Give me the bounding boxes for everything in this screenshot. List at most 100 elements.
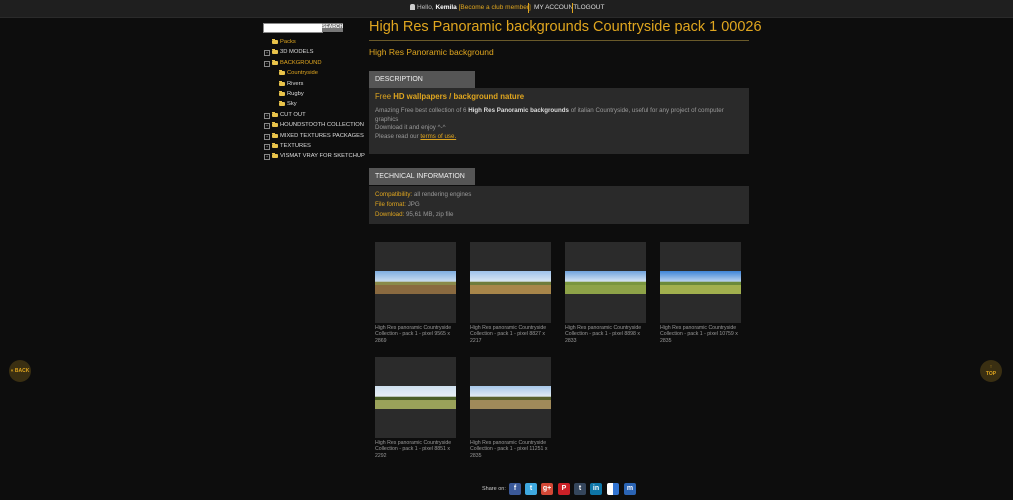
expand-toggle-icon[interactable]: − bbox=[264, 60, 270, 67]
tree-item[interactable]: Rivers bbox=[264, 79, 369, 89]
description-headline: Free HD wallpapers / background nature bbox=[375, 92, 743, 101]
delicious-icon[interactable] bbox=[607, 483, 619, 495]
twitter-icon[interactable]: t bbox=[525, 483, 537, 495]
panorama-image bbox=[470, 386, 551, 409]
headline-bold: HD wallpapers / background nature bbox=[393, 92, 525, 101]
logout-link[interactable]: LOGOUT bbox=[577, 4, 604, 11]
become-member-link[interactable]: [Become a club member] bbox=[459, 4, 531, 11]
folder-icon bbox=[279, 80, 285, 86]
expand-toggle-icon[interactable]: + bbox=[264, 123, 270, 130]
title-divider bbox=[369, 40, 749, 41]
format-line: File format: JPG bbox=[375, 200, 743, 210]
top-button[interactable]: ↑ TOP bbox=[980, 360, 1002, 382]
tree-item-label: 3D MODELS bbox=[280, 49, 314, 56]
desc-p3: Please read our bbox=[375, 132, 419, 140]
divider bbox=[572, 3, 573, 13]
expand-toggle-icon[interactable]: + bbox=[264, 133, 270, 140]
folder-icon bbox=[272, 39, 278, 44]
tree-item-label: Packs bbox=[280, 39, 296, 45]
tree-item[interactable]: + VISMAT VRAY FOR SKETCHUP bbox=[264, 151, 369, 161]
expand-toggle-icon[interactable]: + bbox=[264, 154, 270, 161]
tree-item-label: HOUNDSTOOTH COLLECTION bbox=[280, 122, 364, 129]
panorama-image bbox=[375, 271, 456, 294]
share-label: Share on: bbox=[482, 486, 506, 492]
download-key: Download: bbox=[375, 211, 405, 218]
format-value: JPG bbox=[407, 201, 420, 208]
folder-icon bbox=[272, 49, 278, 55]
folder-icon bbox=[272, 142, 278, 148]
myspace-icon[interactable]: m bbox=[624, 483, 636, 495]
panorama-image bbox=[565, 271, 646, 294]
thumbnail-caption[interactable]: High Res panoramic Countryside Collectio… bbox=[470, 325, 555, 344]
tree-item[interactable]: − BACKGROUND bbox=[264, 58, 369, 68]
tree-item-label: Countryside bbox=[287, 70, 318, 77]
tree-item[interactable]: +3D MODELS bbox=[264, 47, 369, 57]
thumbnail[interactable] bbox=[375, 357, 456, 438]
format-key: File format: bbox=[375, 201, 406, 208]
tree-item[interactable]: + TEXTURES bbox=[264, 141, 369, 151]
desc-p1-b: High Res Panoramic backgrounds bbox=[468, 107, 569, 114]
tree-item-label: Sky bbox=[287, 101, 297, 108]
tree-item-label: Rivers bbox=[287, 80, 304, 87]
greeting: Hello, Kemila [Become a club member] bbox=[410, 4, 531, 11]
facebook-icon[interactable]: f bbox=[509, 483, 521, 495]
expand-toggle-icon[interactable]: + bbox=[264, 50, 270, 57]
my-account-link[interactable]: MY ACCOUNT bbox=[534, 4, 577, 11]
user-icon bbox=[410, 4, 415, 10]
tree-item-label: Rugby bbox=[287, 90, 304, 97]
tree-item[interactable]: Packs bbox=[264, 37, 369, 47]
tree-item-label: CUT OUT bbox=[280, 111, 306, 118]
tree-item-label: BACKGROUND bbox=[280, 59, 322, 66]
thumbnail[interactable] bbox=[565, 242, 646, 323]
thumbnail[interactable] bbox=[470, 242, 551, 323]
thumbnail-caption[interactable]: High Res panoramic Countryside Collectio… bbox=[375, 440, 460, 459]
panorama-image bbox=[660, 271, 741, 294]
greeting-text: Hello, bbox=[417, 4, 434, 11]
compat-value: all rendering engines bbox=[413, 191, 472, 198]
tree-item-label: VISMAT VRAY FOR SKETCHUP bbox=[280, 153, 365, 160]
googleplus-icon[interactable]: g+ bbox=[541, 483, 553, 495]
back-button[interactable]: « BACK bbox=[9, 360, 31, 382]
description-text: Amazing Free best collection of 6 High R… bbox=[375, 107, 743, 141]
thumbnail[interactable] bbox=[375, 242, 456, 323]
thumbnail[interactable] bbox=[660, 242, 741, 323]
category-tree: Packs +3D MODELS − BACKGROUND Countryside Riv… bbox=[264, 37, 369, 162]
folder-icon bbox=[272, 111, 278, 117]
technical-panel: Compatibility: all rendering engines Fil… bbox=[369, 186, 749, 224]
tree-item-label: MIXED TEXTURES PACKAGES bbox=[280, 132, 364, 139]
folder-icon bbox=[272, 132, 278, 138]
technical-heading: TECHNICAL INFORMATION bbox=[369, 168, 475, 185]
search-button[interactable]: SEARCH bbox=[322, 23, 343, 32]
compat-key: Compatibility: bbox=[375, 191, 413, 198]
description-heading: DESCRIPTION bbox=[369, 71, 475, 88]
pinterest-icon[interactable]: P bbox=[558, 483, 570, 495]
expand-toggle-icon[interactable]: + bbox=[264, 112, 270, 119]
terms-of-use-link[interactable]: terms of use. bbox=[420, 133, 456, 140]
tree-item[interactable]: + HOUNDSTOOTH COLLECTION bbox=[264, 120, 369, 130]
linkedin-icon[interactable]: in bbox=[590, 483, 602, 495]
compat-line: Compatibility: all rendering engines bbox=[375, 190, 743, 200]
tree-item[interactable]: + CUT OUT bbox=[264, 110, 369, 120]
description-panel: Free HD wallpapers / background nature A… bbox=[369, 88, 749, 154]
tumblr-icon[interactable]: t bbox=[574, 483, 586, 495]
tree-item[interactable]: Sky bbox=[264, 99, 369, 109]
desc-p2: Download it and enjoy ^-^ bbox=[375, 124, 446, 132]
thumbnail-caption[interactable]: High Res panoramic Countryside Collectio… bbox=[660, 325, 745, 344]
thumbnail-caption[interactable]: High Res panoramic Countryside Collectio… bbox=[565, 325, 650, 344]
download-value: 95,61 MB, zip file bbox=[405, 211, 454, 218]
expand-toggle-icon[interactable]: + bbox=[264, 143, 270, 150]
folder-icon bbox=[279, 90, 285, 96]
tree-item[interactable]: Countryside bbox=[264, 68, 369, 78]
tree-item-label: TEXTURES bbox=[280, 142, 311, 149]
thumbnail[interactable] bbox=[470, 357, 551, 438]
thumbnail-caption[interactable]: High Res panoramic Countryside Collectio… bbox=[470, 440, 555, 459]
username[interactable]: Kemila bbox=[435, 4, 456, 11]
search-input[interactable] bbox=[263, 23, 323, 33]
folder-icon bbox=[272, 59, 278, 65]
panorama-image bbox=[375, 386, 456, 409]
divider bbox=[528, 3, 529, 13]
tree-item[interactable]: + MIXED TEXTURES PACKAGES bbox=[264, 131, 369, 141]
thumbnail-caption[interactable]: High Res panoramic Countryside Collectio… bbox=[375, 325, 460, 344]
tree-item[interactable]: Rugby bbox=[264, 89, 369, 99]
back-label: BACK bbox=[14, 368, 30, 374]
